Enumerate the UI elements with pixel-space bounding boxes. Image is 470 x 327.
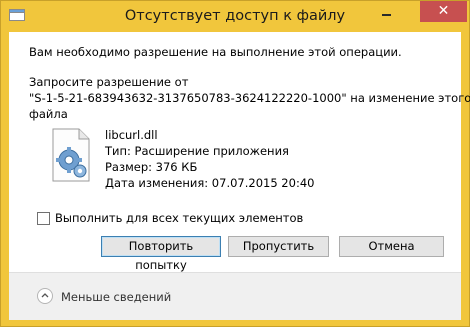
gear-file-icon (49, 128, 93, 182)
file-type: Тип: Расширение приложения (105, 144, 289, 158)
less-details-link[interactable]: Меньше сведений (61, 290, 171, 304)
request-line-1: Запросите разрешение от (29, 75, 189, 89)
minimize-button[interactable] (373, 2, 399, 22)
apply-to-all-checkbox[interactable] (37, 212, 50, 225)
title-bar[interactable]: Отсутствует доступ к файлу ✕ (1, 1, 469, 32)
retry-button[interactable]: Повторить попытку (101, 236, 221, 272)
dialog-body: Вам необходимо разрешение на выполнение … (9, 32, 470, 320)
dialog-window: Отсутствует доступ к файлу ✕ Вам необход… (0, 0, 470, 327)
file-size: Размер: 376 КБ (105, 160, 198, 174)
cancel-button[interactable]: Отмена (339, 236, 444, 257)
skip-button[interactable]: Пропустить (228, 236, 329, 257)
apply-to-all-label[interactable]: Выполнить для всех текущих элементов (55, 211, 303, 225)
request-line-3: файла (29, 107, 68, 121)
close-button[interactable]: ✕ (420, 1, 467, 22)
chevron-up-icon[interactable] (37, 288, 53, 304)
request-line-2: "S-1-5-21-683943632-3137650783-362412222… (29, 91, 470, 105)
permission-message: Вам необходимо разрешение на выполнение … (29, 45, 402, 59)
file-name: libcurl.dll (105, 128, 158, 142)
file-modified-date: Дата изменения: 07.07.2015 20:40 (105, 176, 315, 190)
